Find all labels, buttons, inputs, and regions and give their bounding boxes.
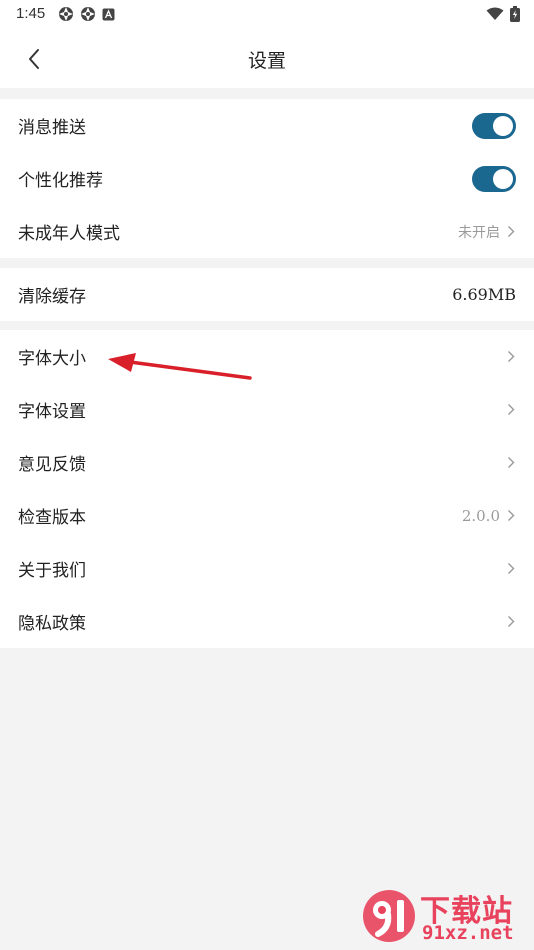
setting-label: 关于我们 <box>18 561 86 581</box>
status-time: 1:45 <box>16 5 46 22</box>
chevron-right-icon <box>506 509 516 523</box>
chevron-right-icon <box>506 225 516 239</box>
wifi-icon <box>486 7 504 20</box>
chevron-right-icon <box>506 615 516 629</box>
setting-label: 隐私政策 <box>18 614 86 634</box>
setting-control <box>506 615 516 629</box>
cache-size: 6.69MB <box>452 285 516 304</box>
toggle-knob <box>493 115 513 136</box>
setting-label: 意见反馈 <box>18 455 86 475</box>
setting-label: 字体大小 <box>18 349 86 369</box>
setting-row-feedback[interactable]: 意见反馈 <box>0 436 534 489</box>
minor-mode-status: 未开启 <box>458 224 500 241</box>
setting-row-push-notifications: 消息推送 <box>0 99 534 152</box>
watermark: 下载站 91xz.net <box>360 886 530 946</box>
setting-label: 未成年人模式 <box>18 224 120 244</box>
watermark-logo-icon <box>363 890 415 942</box>
status-system-icons <box>486 6 520 22</box>
app-header: 设置 <box>0 30 534 88</box>
setting-control: 2.0.0 <box>462 507 516 525</box>
settings-group-cache: 清除缓存 6.69MB <box>0 268 534 321</box>
status-bar: 1:45 <box>0 0 534 30</box>
setting-label: 清除缓存 <box>18 287 86 307</box>
setting-row-personalized-recommendations: 个性化推荐 <box>0 152 534 205</box>
setting-control <box>506 403 516 417</box>
setting-row-font-settings[interactable]: 字体设置 <box>0 383 534 436</box>
setting-label: 检查版本 <box>18 508 86 528</box>
chevron-right-icon <box>506 562 516 576</box>
chevron-right-icon <box>506 403 516 417</box>
watermark-url: 91xz.net <box>422 922 514 944</box>
aperture-icon <box>59 7 73 21</box>
setting-row-check-version[interactable]: 检查版本 2.0.0 <box>0 489 534 542</box>
app-a-icon <box>102 8 115 20</box>
chevron-right-icon <box>506 350 516 364</box>
setting-control: 6.69MB <box>452 285 516 304</box>
setting-row-font-size[interactable]: 字体大小 <box>0 330 534 383</box>
setting-row-about-us[interactable]: 关于我们 <box>0 542 534 595</box>
settings-group-other: 字体大小 字体设置 意见反馈 检查版本 2.0.0 关于我们 隐私政策 <box>0 330 534 648</box>
setting-label: 个性化推荐 <box>18 171 103 191</box>
page-title: 设置 <box>247 50 286 72</box>
personalized-recommendations-toggle[interactable] <box>472 165 516 192</box>
setting-control <box>506 456 516 470</box>
setting-label: 消息推送 <box>18 118 86 138</box>
setting-control: 未开启 <box>458 222 516 242</box>
setting-control <box>506 562 516 576</box>
status-notification-icons <box>58 6 115 22</box>
setting-row-privacy-policy[interactable]: 隐私政策 <box>0 595 534 648</box>
setting-row-minor-mode[interactable]: 未成年人模式 未开启 <box>0 205 534 258</box>
setting-control <box>472 112 516 139</box>
aperture-icon <box>81 7 95 21</box>
setting-label: 字体设置 <box>18 402 86 422</box>
chevron-right-icon <box>506 456 516 470</box>
setting-row-clear-cache[interactable]: 清除缓存 6.69MB <box>0 268 534 321</box>
toggle-knob <box>493 168 513 189</box>
version-number: 2.0.0 <box>461 506 500 525</box>
push-notifications-toggle[interactable] <box>472 112 516 139</box>
battery-charging-icon <box>510 6 520 22</box>
setting-control <box>472 165 516 192</box>
setting-control <box>506 350 516 364</box>
settings-group-general: 消息推送 个性化推荐 未成年人模式 未开启 <box>0 99 534 258</box>
